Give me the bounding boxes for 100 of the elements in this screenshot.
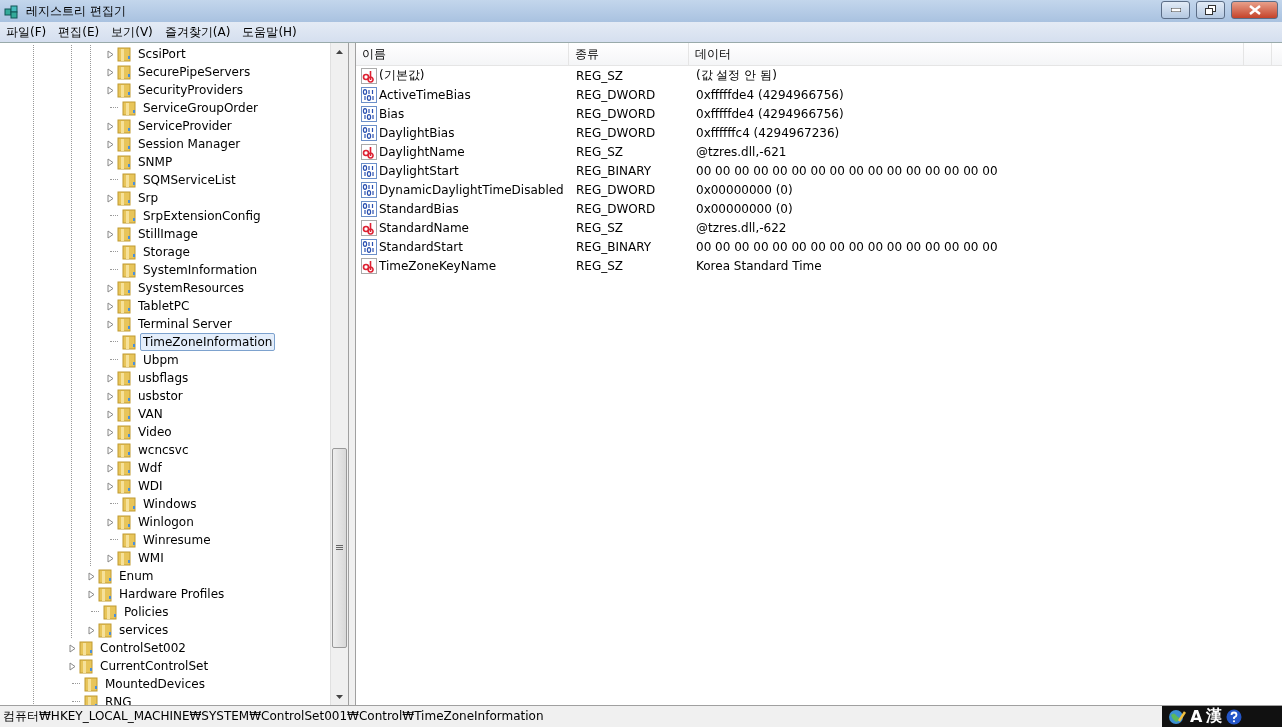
menu-item[interactable]: 도움말(H) (236, 23, 303, 41)
tree-item[interactable]: usbflags (135, 369, 192, 387)
tree-item[interactable]: TimeZoneInformation (140, 333, 276, 351)
tree-item[interactable]: Enum (116, 567, 157, 585)
table-cell-text: REG_BINARY (575, 239, 653, 254)
expand-arrow-icon[interactable] (88, 589, 95, 599)
tree-item[interactable]: SystemResources (135, 279, 248, 297)
tree-item[interactable]: ServiceProvider (135, 117, 235, 135)
expand-arrow-icon[interactable] (107, 121, 114, 131)
tree-item[interactable]: SrpExtensionConfig (140, 207, 264, 225)
tree-item[interactable]: wcncsvc (135, 441, 192, 459)
menu-item[interactable]: 편집(E) (52, 23, 106, 41)
tree-item[interactable]: Video (135, 423, 175, 441)
tree-item[interactable]: Terminal Server (135, 315, 235, 333)
scrollbar[interactable] (330, 43, 348, 705)
tree-item[interactable]: SecurityProviders (135, 81, 246, 99)
expand-arrow-icon[interactable] (107, 445, 114, 455)
tree-item[interactable]: Winlogon (135, 513, 197, 531)
scroll-down-icon[interactable] (336, 694, 343, 699)
value-name[interactable]: ActiveTimeBias (379, 87, 471, 102)
expand-arrow-icon[interactable] (107, 463, 114, 473)
value-name[interactable]: DaylightBias (379, 125, 455, 140)
tree-item[interactable]: Ubpm (140, 351, 182, 369)
expand-arrow-icon[interactable] (107, 373, 114, 383)
value-name[interactable]: StandardName (379, 220, 469, 235)
pane-splitter[interactable] (349, 43, 356, 705)
expand-arrow-icon[interactable] (107, 229, 114, 239)
menu-item[interactable]: 보기(V) (105, 23, 159, 41)
minimize-icon (1170, 8, 1181, 12)
menu-item[interactable]: 파일(F) (0, 23, 53, 41)
column-header[interactable]: 이름 (356, 43, 569, 65)
expand-arrow-icon[interactable] (107, 391, 114, 401)
expand-arrow-icon[interactable] (107, 85, 114, 95)
tree-item[interactable]: Winresume (140, 531, 214, 549)
scrollbar-thumb[interactable] (332, 448, 347, 648)
expand-arrow-icon[interactable] (107, 67, 114, 77)
tree-item[interactable]: Session Manager (135, 135, 244, 153)
expand-arrow-icon[interactable] (107, 553, 114, 563)
binary-value-icon (361, 181, 377, 198)
tree-item[interactable]: WMI (135, 549, 167, 567)
expand-arrow-icon[interactable] (107, 193, 114, 203)
value-name[interactable]: (기본값) (379, 67, 425, 84)
scroll-up-icon[interactable] (336, 49, 343, 54)
tree-item[interactable]: WDI (135, 477, 166, 495)
folder-icon (116, 82, 132, 98)
value-name[interactable]: DaylightStart (379, 163, 459, 178)
menu-item[interactable]: 즐겨찾기(A) (158, 23, 237, 41)
tree-item[interactable]: Policies (121, 603, 172, 621)
expand-arrow-icon[interactable] (107, 517, 114, 527)
expand-arrow-icon[interactable] (107, 139, 114, 149)
column-header[interactable]: 종류 (569, 43, 689, 65)
folder-icon (116, 154, 132, 170)
expand-arrow-icon[interactable] (107, 301, 114, 311)
expand-arrow-icon[interactable] (107, 409, 114, 419)
tree-item[interactable]: SystemInformation (140, 261, 261, 279)
folder-icon (102, 604, 118, 620)
tree-item[interactable]: ServiceGroupOrder (140, 99, 261, 117)
tree-item[interactable]: services (116, 621, 172, 639)
tree-item[interactable]: MountedDevices (102, 675, 208, 693)
tree-item[interactable]: Windows (140, 495, 200, 513)
expand-arrow-icon[interactable] (107, 427, 114, 437)
tree-item[interactable]: ControlSet002 (97, 639, 189, 657)
value-name[interactable]: Bias (379, 106, 405, 121)
tree-item[interactable]: VAN (135, 405, 166, 423)
expand-arrow-icon[interactable] (88, 625, 95, 635)
globe-pencil-icon[interactable] (1168, 708, 1186, 725)
tree-item[interactable]: SQMServiceList (140, 171, 239, 189)
close-button[interactable] (1231, 1, 1278, 19)
expand-arrow-icon[interactable] (69, 643, 76, 653)
value-name[interactable]: StandardBias (379, 201, 459, 216)
tree-item[interactable]: ScsiPort (135, 45, 189, 63)
tree-item[interactable]: usbstor (135, 387, 186, 405)
value-name[interactable]: StandardStart (379, 239, 463, 254)
ime-mode-button[interactable]: 漢 (1206, 706, 1223, 727)
tree-item[interactable]: Wdf (135, 459, 165, 477)
folder-icon (121, 352, 137, 368)
expand-arrow-icon[interactable] (107, 49, 114, 59)
help-icon[interactable] (1226, 708, 1243, 725)
expand-arrow-icon[interactable] (107, 157, 114, 167)
expand-arrow-icon[interactable] (107, 283, 114, 293)
expand-arrow-icon[interactable] (88, 571, 95, 581)
restore-button[interactable] (1196, 1, 1225, 19)
ime-mode-button[interactable]: A (1190, 707, 1203, 726)
minimize-button[interactable] (1161, 1, 1190, 19)
value-name[interactable]: TimeZoneKeyName (379, 258, 497, 273)
value-name[interactable]: DynamicDaylightTimeDisabled (379, 182, 564, 197)
tree-item[interactable]: StillImage (135, 225, 201, 243)
expand-arrow-icon[interactable] (69, 661, 76, 671)
tree-item[interactable]: Srp (135, 189, 162, 207)
tree-item[interactable]: TabletPC (135, 297, 193, 315)
tree-item[interactable]: Hardware Profiles (116, 585, 228, 603)
tree-item[interactable]: CurrentControlSet (97, 657, 212, 675)
column-header[interactable]: 데이터 (689, 43, 1244, 65)
table-cell-text: 0xfffffde4 (4294966756) (695, 106, 845, 121)
tree-item[interactable]: SNMP (135, 153, 176, 171)
tree-item[interactable]: SecurePipeServers (135, 63, 254, 81)
value-name[interactable]: DaylightName (379, 144, 465, 159)
tree-item[interactable]: Storage (140, 243, 193, 261)
expand-arrow-icon[interactable] (107, 319, 114, 329)
expand-arrow-icon[interactable] (107, 481, 114, 491)
